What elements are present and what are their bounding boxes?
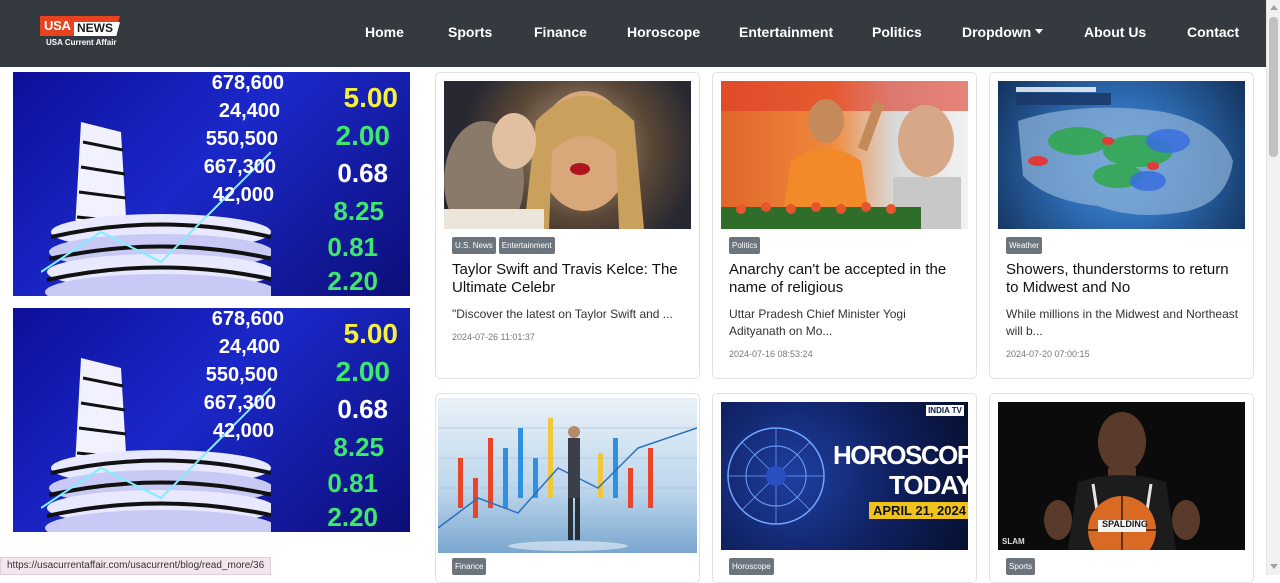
nav-home[interactable]: Home: [365, 24, 404, 40]
news-card[interactable]: Weather Showers, thunderstorms to return…: [989, 72, 1254, 379]
card-image-horoscope[interactable]: INDIA TV HOROSCOPE TODAY APRIL 21, 2024: [721, 402, 968, 550]
slam-watermark: SLAM: [1002, 537, 1025, 546]
category-tag[interactable]: Politics: [729, 237, 761, 254]
nav-sports[interactable]: Sports: [448, 24, 492, 40]
nav-dropdown[interactable]: Dropdown: [962, 24, 1044, 40]
nav-horoscope[interactable]: Horoscope: [627, 24, 700, 40]
card-image-politics-speech[interactable]: [721, 81, 968, 229]
card-image-weather-map[interactable]: [998, 81, 1245, 229]
sidebar-ad-image-1[interactable]: 678,600 24,400 550,500 667,300 42,000 5.…: [13, 72, 410, 296]
card-date: 2024-07-20 07:00:15: [1006, 349, 1090, 359]
browser-status-url: https://usacurrentaffair.com/usacurrent/…: [0, 557, 272, 575]
market-chart-photo-icon: [438, 418, 697, 551]
scrollbar-thumb[interactable]: [1269, 17, 1278, 157]
scroll-up-arrow-icon[interactable]: [1270, 5, 1278, 10]
category-tag[interactable]: Entertainment: [498, 237, 555, 254]
logo-brand-b: NEWS: [77, 21, 113, 35]
card-image-taylor-swift[interactable]: [444, 81, 691, 229]
nav-finance[interactable]: Finance: [534, 24, 587, 40]
nav-about-us[interactable]: About Us: [1084, 24, 1146, 40]
news-card[interactable]: U.S. News Entertainment Taylor Swift and…: [435, 72, 700, 379]
card-title[interactable]: Anarchy can't be accepted in the name of…: [729, 261, 965, 297]
card-description: Uttar Pradesh Chief Minister Yogi Aditya…: [729, 307, 906, 338]
card-image-finance-chart[interactable]: [438, 398, 697, 553]
stock-ticker-numbers: 678,600 24,400 550,500 667,300 42,000 5.…: [203, 72, 398, 296]
news-card[interactable]: Politics Anarchy can't be accepted in th…: [712, 72, 977, 379]
card-tags: Sports: [1006, 558, 1036, 575]
horoscope-headline-b: TODAY: [889, 470, 968, 500]
card-description: "Discover the latest on Taylor Swift and…: [452, 307, 673, 321]
caret-down-icon: [1035, 29, 1044, 34]
stock-ticker-numbers: 678,600 24,400 550,500 667,300 42,000 5.…: [203, 308, 398, 532]
card-image-basketball-player[interactable]: SLAM SPALDING: [998, 402, 1245, 550]
card-title[interactable]: Taylor Swift and Travis Kelce: The Ultim…: [452, 261, 688, 297]
news-card[interactable]: Finance: [435, 393, 700, 583]
category-tag[interactable]: Weather: [1006, 237, 1043, 254]
card-description: While millions in the Midwest and Northe…: [1006, 307, 1239, 338]
card-date: 2024-07-16 08:53:24: [729, 349, 813, 359]
ball-brand-text: SPALDING: [1102, 519, 1148, 529]
category-tag[interactable]: Sports: [1006, 558, 1036, 575]
logo-brand-a: USA: [44, 18, 71, 33]
speaker-photo-icon: [721, 81, 968, 229]
card-tags: Horoscope: [729, 558, 774, 575]
page-scrollbar[interactable]: [1266, 0, 1280, 575]
category-tag[interactable]: Horoscope: [729, 558, 774, 575]
card-tags: Finance: [452, 558, 487, 575]
portrait-photo-icon: [444, 81, 691, 229]
news-card[interactable]: INDIA TV HOROSCOPE TODAY APRIL 21, 2024 …: [712, 393, 977, 583]
logo-tagline: USA Current Affair: [46, 38, 117, 47]
category-tag[interactable]: U.S. News: [452, 237, 496, 254]
weather-map-icon: [1016, 87, 1233, 215]
india-tv-logo: INDIA TV: [926, 405, 964, 416]
nav-entertainment[interactable]: Entertainment: [739, 24, 833, 40]
nav-dropdown-label: Dropdown: [962, 24, 1032, 40]
card-tags: U.S. News Entertainment: [452, 237, 555, 254]
zodiac-wheel-icon: [727, 427, 825, 525]
scroll-down-arrow-icon[interactable]: [1270, 564, 1278, 569]
horoscope-date-badge: APRIL 21, 2024: [869, 502, 968, 519]
nav-politics[interactable]: Politics: [872, 24, 922, 40]
card-tags: Weather: [1006, 237, 1043, 254]
news-card[interactable]: SLAM SPALDING Sports: [989, 393, 1254, 583]
top-navbar: USA NEWS USA Current Affair Home Sports …: [0, 0, 1266, 67]
card-tags: Politics: [729, 237, 761, 254]
horoscope-headline-a: HOROSCOPE: [833, 440, 968, 470]
category-tag[interactable]: Finance: [452, 558, 487, 575]
site-logo[interactable]: USA NEWS USA Current Affair: [40, 16, 124, 50]
card-date: 2024-07-26 11:01:37: [452, 332, 535, 342]
nav-contact[interactable]: Contact: [1187, 24, 1239, 40]
sidebar-ad-image-2[interactable]: 678,600 24,400 550,500 667,300 42,000 5.…: [13, 308, 410, 532]
card-title[interactable]: Showers, thunderstorms to return to Midw…: [1006, 261, 1242, 297]
